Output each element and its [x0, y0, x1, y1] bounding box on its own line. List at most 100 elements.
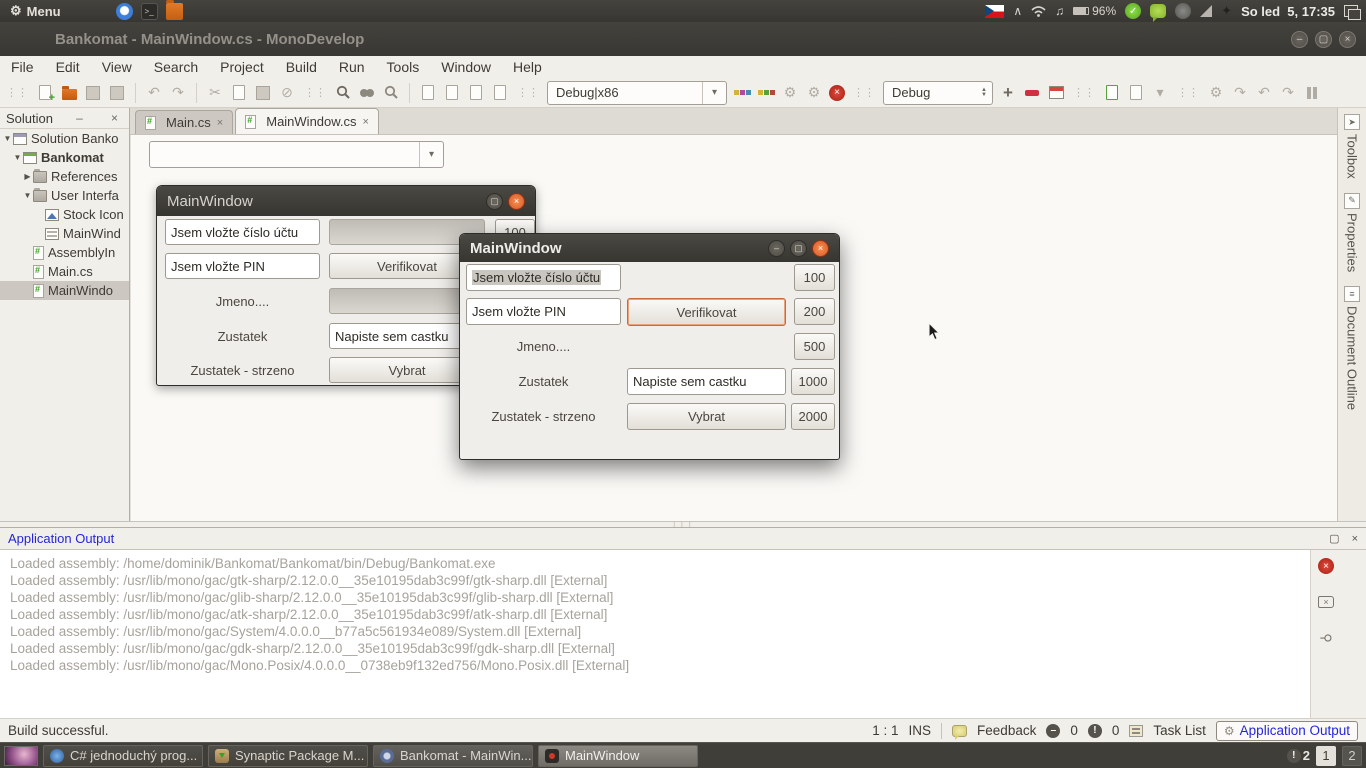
find-in-files-icon[interactable]: [358, 84, 376, 102]
expander-open-icon[interactable]: ▼: [22, 191, 33, 200]
menu-view[interactable]: View: [91, 56, 143, 78]
menu-edit[interactable]: Edit: [45, 56, 91, 78]
expander-open-icon[interactable]: ▼: [2, 134, 13, 143]
value-200-button[interactable]: 200: [794, 298, 835, 325]
next-bookmark-icon[interactable]: [467, 84, 485, 102]
add-icon[interactable]: +: [999, 83, 1017, 102]
alert-badge[interactable]: ! 2: [1286, 748, 1310, 763]
undo-icon[interactable]: ↶: [145, 84, 163, 102]
file-manager-icon[interactable]: [165, 0, 183, 20]
nav-back-doc-icon[interactable]: [419, 84, 437, 102]
pad-close-icon[interactable]: ×: [1352, 533, 1358, 545]
tree-item-assemblyinfo[interactable]: AssemblyIn: [0, 243, 129, 262]
paste-icon[interactable]: [254, 84, 272, 102]
system-menu-button[interactable]: ⚙ Menu: [0, 0, 71, 22]
remove-icon[interactable]: [1023, 84, 1041, 102]
menu-run[interactable]: Run: [328, 56, 376, 78]
app-window-titlebar[interactable]: MainWindow – ▢ ×: [460, 234, 839, 262]
abort-icon[interactable]: ⊘: [278, 84, 296, 102]
battery-indicator[interactable]: 96%: [1073, 4, 1116, 18]
tree-item-solution[interactable]: ▼ Solution Banko: [0, 129, 129, 148]
build-icon[interactable]: [733, 84, 751, 102]
account-number-entry[interactable]: Jsem vložte číslo účtu: [466, 264, 621, 291]
verify-button[interactable]: Verifikovat: [627, 298, 786, 326]
close-icon[interactable]: ×: [1339, 30, 1356, 48]
tab-properties[interactable]: ✎ Properties: [1344, 192, 1360, 272]
task-button-csharp-doc[interactable]: C# jednoduchý prog...: [43, 744, 203, 767]
stop-process-icon[interactable]: ×: [1318, 558, 1334, 574]
close-icon[interactable]: ×: [812, 239, 829, 257]
step-over-icon[interactable]: ↷: [1231, 84, 1249, 102]
feedback-icon[interactable]: [952, 724, 968, 740]
find-replace-icon[interactable]: [382, 84, 400, 102]
pad-dock-icon[interactable]: ▢: [1329, 532, 1339, 545]
menu-tools[interactable]: Tools: [376, 56, 431, 78]
breakpoint-window-icon[interactable]: [1047, 84, 1065, 102]
value-100-button[interactable]: 100: [794, 264, 835, 291]
pause-icon[interactable]: [1303, 84, 1321, 102]
output-log[interactable]: Loaded assembly: /home/dominik/Bankomat/…: [0, 550, 1311, 718]
tab-document-outline[interactable]: ≡ Document Outline: [1344, 286, 1360, 410]
tree-item-project-bankomat[interactable]: ▼ Bankomat: [0, 148, 129, 167]
pad-close-icon[interactable]: ×: [106, 111, 123, 125]
open-file-icon[interactable]: [60, 84, 78, 102]
redo-icon[interactable]: ↷: [169, 84, 187, 102]
feedback-label[interactable]: Feedback: [977, 723, 1036, 738]
signal-strength-icon[interactable]: [1200, 5, 1213, 17]
tab-close-icon[interactable]: ×: [363, 116, 369, 128]
cut-icon[interactable]: ✂: [206, 84, 224, 102]
tab-close-icon[interactable]: ×: [217, 117, 223, 129]
menu-build[interactable]: Build: [275, 56, 328, 78]
menu-file[interactable]: File: [0, 56, 45, 78]
skype-status-icon[interactable]: ✓: [1125, 3, 1142, 19]
expander-open-icon[interactable]: ▼: [12, 153, 23, 162]
tree-item-user-interface[interactable]: ▼ User Interfa: [0, 186, 129, 205]
minimize-icon[interactable]: –: [768, 239, 785, 257]
bookmark-icon[interactable]: [491, 84, 509, 102]
wifi-icon[interactable]: [1031, 5, 1046, 17]
withdraw-button[interactable]: Vybrat: [627, 403, 786, 430]
app-tray-icon[interactable]: ✦: [1221, 3, 1232, 19]
tab-main-cs[interactable]: Main.cs ×: [135, 110, 234, 134]
task-button-monodevelop[interactable]: Bankomat - MainWin...: [373, 744, 533, 767]
workspace-1-button[interactable]: 1: [1316, 745, 1336, 766]
configuration-combo[interactable]: Debug|x86 ▾: [547, 80, 727, 105]
tree-item-mainwindow-designer[interactable]: MainWind: [0, 224, 129, 243]
evernote-tray-icon[interactable]: [1175, 3, 1192, 19]
maximize-icon[interactable]: ▢: [790, 239, 807, 257]
debug-gear-icon[interactable]: ⚙: [1207, 84, 1225, 102]
save-all-icon[interactable]: [108, 84, 126, 102]
workspace-2-button[interactable]: 2: [1342, 745, 1362, 766]
task-button-mainwindow[interactable]: MainWindow: [538, 744, 698, 767]
tab-toolbox[interactable]: ➤ Toolbox: [1344, 114, 1360, 179]
account-number-entry[interactable]: Jsem vložte číslo účtu: [165, 219, 320, 245]
messaging-indicator-icon[interactable]: [1150, 4, 1167, 22]
debug-run-icon[interactable]: ⚙: [805, 84, 823, 102]
step-into-doc-icon[interactable]: [1127, 84, 1145, 102]
task-button-synaptic[interactable]: Synaptic Package M...: [208, 744, 368, 767]
menu-help[interactable]: Help: [502, 56, 553, 78]
desktop-wallpaper-thumb[interactable]: [4, 745, 38, 766]
pin-output-icon[interactable]: ⚲: [1318, 633, 1334, 643]
tree-item-references[interactable]: ▶ References: [0, 167, 129, 186]
session-icon[interactable]: [1344, 5, 1361, 20]
chevron-down-icon[interactable]: ▾: [1151, 84, 1169, 102]
pane-splitter[interactable]: ❘❘❘: [0, 521, 1366, 529]
stop-icon[interactable]: ×: [829, 84, 845, 101]
step-over-doc-icon[interactable]: [1103, 84, 1121, 102]
minimize-icon[interactable]: –: [1291, 30, 1308, 48]
value-1000-button[interactable]: 1000: [791, 368, 835, 395]
rebuild-icon[interactable]: [757, 84, 775, 102]
save-icon[interactable]: [84, 84, 102, 102]
debug-target-combo[interactable]: Debug ▲ ▼: [883, 80, 993, 105]
sound-indicator-icon[interactable]: ♫: [1055, 4, 1064, 18]
step-into-icon[interactable]: ↶: [1255, 84, 1273, 102]
run-with-icon[interactable]: ⚙: [781, 84, 799, 102]
chevron-down-icon[interactable]: ▾: [702, 81, 726, 104]
warning-count-icon[interactable]: !: [1087, 723, 1102, 738]
indicator-caret-icon[interactable]: ∧: [1013, 4, 1022, 18]
tab-mainwindow-cs[interactable]: MainWindow.cs ×: [235, 108, 379, 134]
search-icon[interactable]: [334, 84, 352, 102]
terminal-icon[interactable]: >_: [140, 2, 158, 20]
menu-window[interactable]: Window: [430, 56, 502, 78]
